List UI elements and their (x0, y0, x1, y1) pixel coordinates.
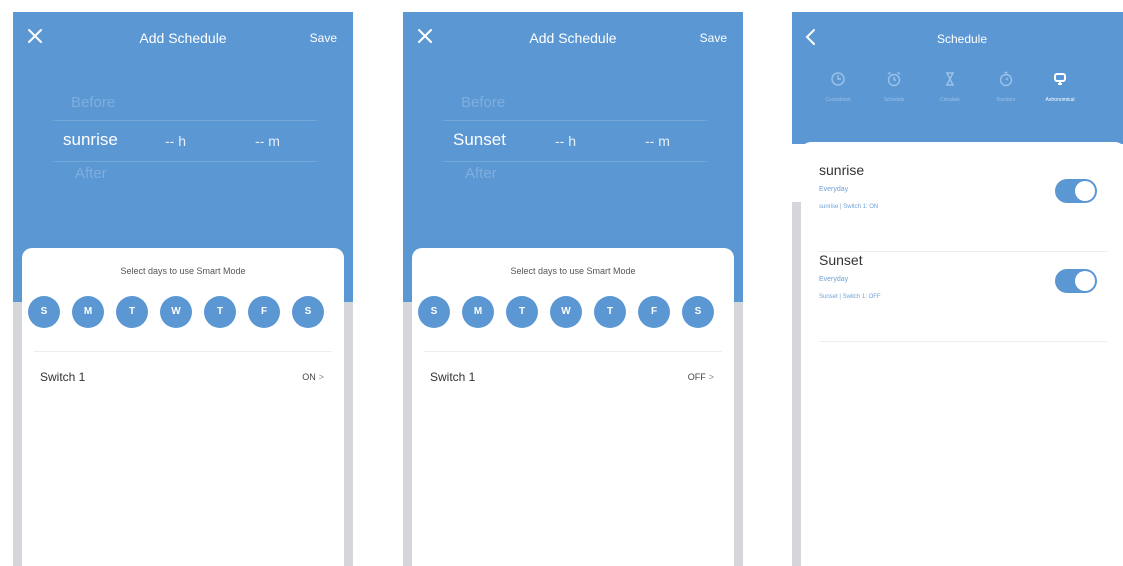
picker-before-option[interactable]: Before (461, 94, 505, 111)
divider (34, 351, 332, 352)
save-button[interactable]: Save (310, 31, 337, 45)
sheet-edge (13, 302, 22, 566)
time-picker[interactable]: Before sunrise -- h -- m After (13, 92, 353, 202)
add-schedule-screen-sunset: Add Schedule Save Before Sunset -- h -- … (403, 12, 743, 566)
tab-label: Random (996, 97, 1016, 103)
sheet-edge (734, 302, 743, 566)
schedule-name: Sunset (819, 252, 863, 268)
header: Schedule Countdown Schedule Circulate Ra… (792, 12, 1123, 144)
toggle-knob (1075, 271, 1095, 291)
picker-event[interactable]: Sunset (453, 130, 506, 150)
add-schedule-screen-sunrise: Add Schedule Save Before sunrise -- h --… (13, 12, 353, 566)
switch-row-value[interactable]: OFF > (688, 372, 714, 382)
tab-circulate[interactable]: Circulate (922, 70, 978, 103)
tab-schedule[interactable]: Schedule (866, 70, 922, 103)
schedule-action: sunrise | Switch 1: ON (819, 204, 879, 210)
page-title: Schedule (936, 32, 988, 46)
bottom-sheet: Select days to use Smart Mode S M T W T … (22, 248, 344, 566)
day-tuesday[interactable]: T (506, 296, 538, 328)
day-sunday[interactable]: S (418, 296, 450, 328)
astronomical-icon (1052, 71, 1068, 92)
tab-label: Countdown (825, 97, 851, 103)
day-selector: S M T W T F S (418, 296, 728, 332)
day-monday[interactable]: M (72, 296, 104, 328)
picker-hours[interactable]: -- h (165, 133, 186, 149)
hourglass-icon (942, 71, 958, 92)
switch-row-label: Switch 1 (40, 370, 86, 384)
clock-icon (830, 71, 846, 92)
schedule-name: sunrise (819, 162, 865, 178)
sheet-edge (344, 302, 353, 566)
picker-minutes[interactable]: -- m (645, 133, 670, 149)
switch-state: ON (302, 372, 316, 382)
tab-label: Astronomical (1045, 97, 1075, 103)
day-monday[interactable]: M (462, 296, 494, 328)
tab-label: Circulate (940, 97, 960, 103)
schedule-repeat: Everyday (819, 186, 849, 193)
toggle-knob (1075, 181, 1095, 201)
tab-astronomical[interactable]: Astronomical (1032, 70, 1088, 103)
sheet-title: Select days to use Smart Mode (510, 266, 636, 276)
day-thursday[interactable]: T (204, 296, 236, 328)
sheet-edge (403, 302, 412, 566)
divider (819, 341, 1107, 342)
switch-row-label: Switch 1 (430, 370, 476, 384)
switch-row-value[interactable]: ON > (302, 372, 324, 382)
picker-before-option[interactable]: Before (71, 94, 115, 111)
time-picker[interactable]: Before Sunset -- h -- m After (403, 92, 743, 202)
schedule-repeat: Everyday (819, 276, 849, 283)
day-saturday[interactable]: S (682, 296, 714, 328)
schedule-list: sunrise Everyday sunrise | Switch 1: ON … (801, 142, 1123, 566)
day-saturday[interactable]: S (292, 296, 324, 328)
sheet-title: Select days to use Smart Mode (120, 266, 246, 276)
schedule-toggle[interactable] (1055, 179, 1097, 203)
picker-after-option[interactable]: After (465, 165, 497, 182)
tab-random[interactable]: Random (978, 70, 1034, 103)
day-friday[interactable]: F (248, 296, 280, 328)
switch-state: OFF (687, 372, 706, 382)
header: Add Schedule Save (13, 12, 353, 64)
day-sunday[interactable]: S (28, 296, 60, 328)
list-item[interactable]: Sunset Everyday Sunset | Switch 1: OFF (819, 252, 1107, 342)
card-edge (792, 202, 801, 566)
divider (424, 351, 722, 352)
schedule-type-tabs: Countdown Schedule Circulate Random Astr… (800, 70, 1123, 110)
header: Add Schedule Save (403, 12, 743, 64)
day-selector: S M T W T F S (28, 296, 338, 332)
schedule-action: Sunset | Switch 1: OFF (819, 294, 881, 300)
page-title: Add Schedule (529, 30, 617, 46)
day-wednesday[interactable]: W (160, 296, 192, 328)
day-friday[interactable]: F (638, 296, 670, 328)
day-thursday[interactable]: T (594, 296, 626, 328)
picker-event[interactable]: sunrise (63, 130, 118, 150)
schedule-toggle[interactable] (1055, 269, 1097, 293)
picker-hours[interactable]: -- h (555, 133, 576, 149)
schedule-list-screen: Schedule Countdown Schedule Circulate Ra… (792, 12, 1123, 566)
page-title: Add Schedule (139, 30, 227, 46)
alarm-icon (886, 71, 902, 92)
timer-icon (998, 71, 1014, 92)
list-item[interactable]: sunrise Everyday sunrise | Switch 1: ON (819, 162, 1107, 252)
picker-after-option[interactable]: After (75, 165, 107, 182)
tab-label: Schedule (883, 97, 905, 103)
chevron-right-icon: > (708, 372, 714, 382)
bottom-sheet: Select days to use Smart Mode S M T W T … (412, 248, 734, 566)
tab-countdown[interactable]: Countdown (810, 70, 866, 103)
save-button[interactable]: Save (700, 31, 727, 45)
day-wednesday[interactable]: W (550, 296, 582, 328)
chevron-right-icon: > (318, 372, 324, 382)
picker-minutes[interactable]: -- m (255, 133, 280, 149)
day-tuesday[interactable]: T (116, 296, 148, 328)
